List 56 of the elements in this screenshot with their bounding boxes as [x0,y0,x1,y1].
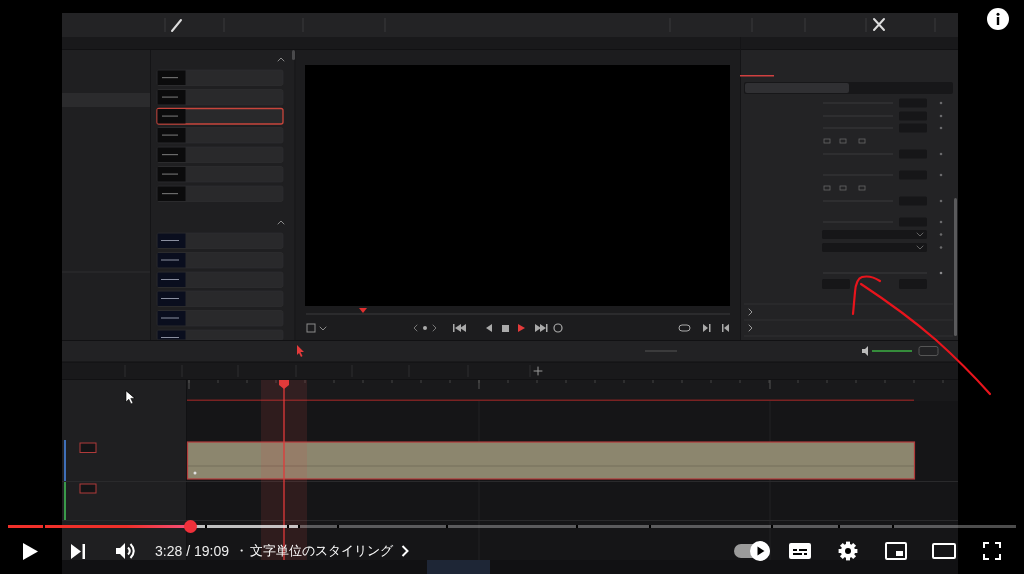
cross-icon [873,18,885,31]
play-icon [750,541,770,561]
settings-icon [838,541,858,561]
rounded-rect-icon [678,324,691,332]
theater-mode-icon [932,543,956,559]
info-icon [987,8,1009,30]
progress-bar[interactable] [8,520,1016,533]
skip-next-icon [703,324,711,332]
keyframe-dot-icon [939,233,943,236]
chevron-up-icon [277,57,285,62]
chevron-up-icon [277,220,285,225]
selected-page-highlight [427,560,490,574]
playhead-marker-icon [359,308,367,313]
time-display: 3:28 / 19:09 [155,543,229,559]
subtitles-icon [789,543,811,559]
skip-previous-icon [722,324,729,332]
rounded-rect-icon [918,346,939,356]
keyframe-dot-icon [939,114,943,118]
keyframe-dot-icon [939,173,943,177]
track-tag [79,442,97,453]
scrollbar-thumb [292,50,295,60]
stop-icon [502,325,509,332]
reverse-play-icon [486,324,492,332]
keyframe-dot-icon [939,271,943,275]
speaker-icon [116,542,136,560]
wand-icon [171,19,182,32]
keyframe-dot-icon [939,101,943,105]
keyframe-dot-icon [939,152,943,156]
keyframe-dot-icon [939,126,943,130]
info-button[interactable] [987,8,1009,30]
skip-next-icon [71,543,85,559]
square-outline-icon [306,323,316,333]
keyframe-navigation-icon [413,324,437,332]
autoplay-toggle[interactable] [734,541,770,561]
chevron-down-icon [319,326,327,331]
skip-to-end-icon [535,324,548,332]
pointer-icon [297,345,304,357]
speaker-icon [862,346,868,356]
miniplayer-icon [885,542,907,560]
keyframe-dot-icon [939,220,943,224]
play-icon [22,542,38,560]
loop-icon [553,323,563,333]
keyframe-dot-icon [939,246,943,249]
square-outline-icon [858,185,866,191]
fullscreen-icon [983,542,1001,560]
track-tag [79,483,97,494]
mouse-pointer-icon [125,390,135,405]
plus-icon [533,366,543,376]
chapter-separator: ・ [234,542,248,560]
chevron-right-icon [400,545,409,557]
skip-to-start-icon [453,324,466,332]
keyframe-dot-icon [939,199,943,203]
square-outline-icon [858,138,866,144]
chapter-button[interactable]: 文字単位のスタイリング [249,542,409,560]
play-icon [518,324,525,332]
active-tab-underline [740,75,774,77]
